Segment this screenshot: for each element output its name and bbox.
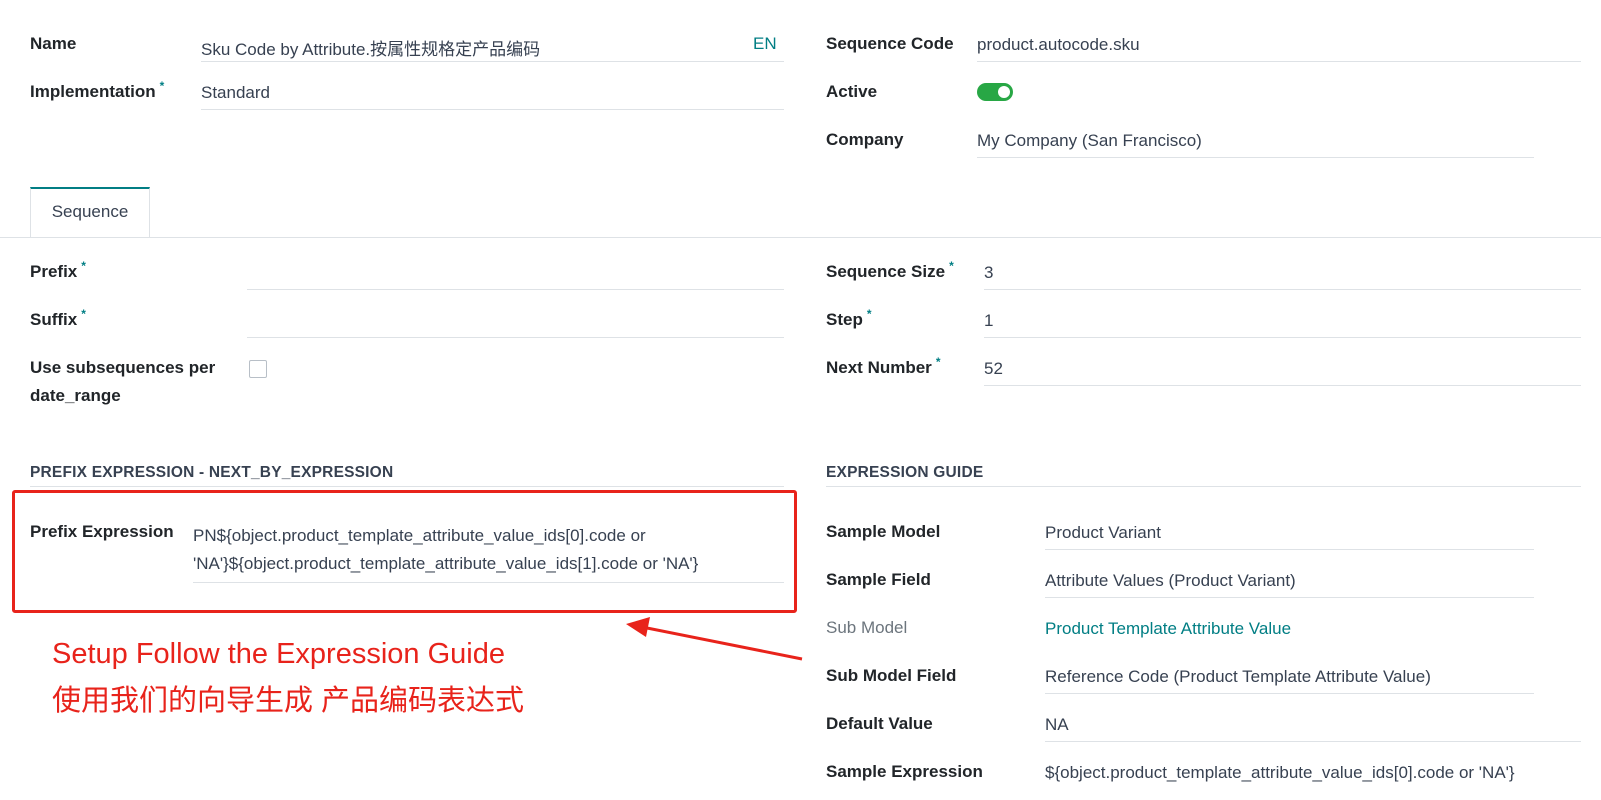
annotation-arrow-icon: [626, 617, 803, 661]
required-marker: *: [935, 355, 941, 369]
sub-model-label: Sub Model: [826, 618, 908, 637]
annotation-text-zh: 使用我们的向导生成 产品编码表达式: [52, 685, 525, 717]
sequence-size-input[interactable]: 3: [984, 263, 993, 283]
subsequence-checkbox[interactable]: [249, 360, 267, 378]
sample-model-underline: [1045, 549, 1534, 550]
name-input[interactable]: Sku Code by Attribute.按属性规格定产品编码: [201, 35, 540, 60]
next-number-label: Next Number *: [826, 355, 941, 377]
active-toggle[interactable]: [977, 83, 1013, 101]
tab-sequence[interactable]: Sequence: [30, 187, 150, 237]
active-label: Active: [826, 82, 878, 101]
sample-model-select[interactable]: Product Variant: [1045, 523, 1161, 543]
implementation-select[interactable]: Standard: [201, 83, 270, 103]
prefix-underline: [247, 289, 784, 290]
sample-expression-value[interactable]: ${object.product_template_attribute_valu…: [1045, 763, 1515, 783]
required-marker: *: [949, 259, 954, 273]
required-marker: *: [159, 79, 165, 93]
name-underline: [201, 61, 784, 62]
step-label: Step *: [826, 307, 872, 329]
step-input[interactable]: 1: [984, 311, 993, 331]
sample-expression-label: Sample Expression: [826, 762, 983, 781]
implementation-label: Implementation *: [30, 79, 165, 101]
guide-section-divider: [826, 486, 1581, 487]
suffix-label: Suffix *: [30, 307, 86, 329]
prefix-label: Prefix *: [30, 259, 86, 281]
subsequence-label-line2: date_range: [30, 386, 121, 405]
step-underline: [984, 337, 1581, 338]
language-badge[interactable]: EN: [753, 34, 777, 54]
sub-model-link[interactable]: Product Template Attribute Value: [1045, 619, 1291, 639]
sequence-size-label: Sequence Size *: [826, 259, 954, 281]
sample-model-label: Sample Model: [826, 522, 941, 541]
prefix-section-divider: [30, 486, 784, 487]
sample-field-underline: [1045, 597, 1534, 598]
sub-model-field-select[interactable]: Reference Code (Product Template Attribu…: [1045, 667, 1431, 687]
expression-guide-section-title: EXPRESSION GUIDE: [826, 464, 984, 481]
subsequence-label-line1: Use subsequences per: [30, 358, 216, 377]
required-marker: *: [81, 259, 86, 273]
default-value-input[interactable]: NA: [1045, 715, 1069, 735]
prefix-input[interactable]: [247, 263, 784, 285]
company-underline: [977, 157, 1534, 158]
required-marker: *: [866, 307, 872, 321]
sequence-size-underline: [984, 289, 1581, 290]
prefix-expression-section-title: PREFIX EXPRESSION - NEXT_BY_EXPRESSION: [30, 464, 394, 481]
annotation-highlight-box: [12, 490, 797, 613]
annotation-text-en: Setup Follow the Expression Guide: [52, 638, 505, 670]
sample-field-select[interactable]: Attribute Values (Product Variant): [1045, 571, 1296, 591]
required-marker: *: [81, 307, 86, 321]
company-label: Company: [826, 130, 904, 149]
default-value-underline: [1045, 741, 1581, 742]
sub-model-field-underline: [1045, 693, 1534, 694]
suffix-input[interactable]: [247, 311, 784, 333]
toggle-knob: [998, 86, 1010, 98]
sample-field-label: Sample Field: [826, 570, 931, 589]
sequence-code-input[interactable]: product.autocode.sku: [977, 35, 1140, 55]
name-label: Name: [30, 34, 77, 53]
implementation-underline: [201, 109, 784, 110]
next-number-input[interactable]: 52: [984, 359, 1003, 379]
next-number-underline: [984, 385, 1581, 386]
default-value-label: Default Value: [826, 714, 933, 733]
tab-bar-border: [0, 237, 1601, 238]
sequence-code-underline: [977, 61, 1581, 62]
company-select[interactable]: My Company (San Francisco): [977, 131, 1202, 151]
sub-model-field-label: Sub Model Field: [826, 666, 957, 685]
suffix-underline: [247, 337, 784, 338]
sequence-code-label: Sequence Code: [826, 34, 954, 53]
